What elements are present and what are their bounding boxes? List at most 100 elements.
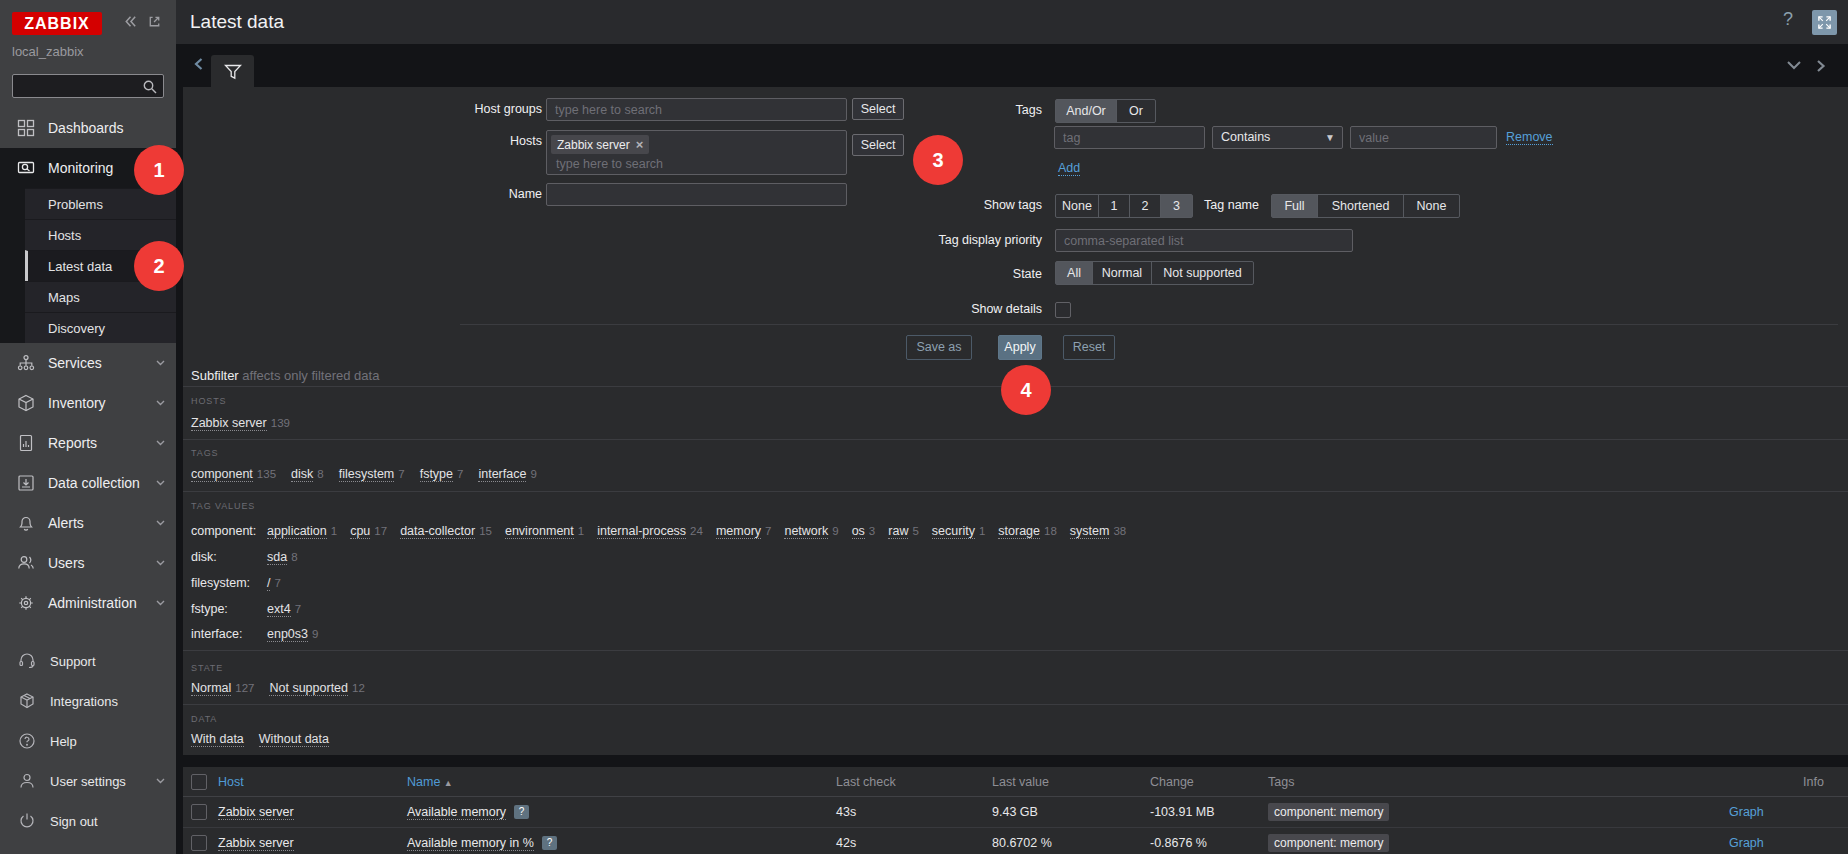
save-as-button[interactable]: Save as: [906, 335, 972, 360]
graph-cell[interactable]: Graph: [1729, 797, 1764, 827]
subfilter-tag-value[interactable]: system38: [1070, 524, 1126, 538]
subfilter-state[interactable]: Not supported12: [269, 681, 364, 695]
subfilter-host[interactable]: Zabbix server139: [191, 416, 290, 430]
tags-andor-option[interactable]: And/Or: [1056, 100, 1117, 122]
sidebar-item-user-settings[interactable]: User settings: [0, 761, 176, 801]
host-chip[interactable]: Zabbix server×: [551, 135, 649, 154]
remove-tag-link[interactable]: Remove: [1506, 126, 1553, 149]
tag-display-priority-input[interactable]: [1055, 229, 1353, 252]
subfilter-tag-value[interactable]: raw5: [888, 524, 919, 538]
subfilter-tag-value[interactable]: network9: [784, 524, 838, 538]
subfilter-data-heading: DATA: [191, 714, 217, 724]
tag-name-none[interactable]: None: [1404, 195, 1459, 217]
host-column-header[interactable]: Host: [218, 767, 244, 797]
expand-icon: [1817, 15, 1832, 30]
last-value-cell: 9.43 GB: [992, 797, 1038, 827]
subfilter-tag[interactable]: interface9: [478, 467, 536, 481]
sidebar-item-users[interactable]: Users: [0, 543, 176, 583]
subfilter-data-with[interactable]: With data: [191, 732, 244, 746]
tag-name-full[interactable]: Full: [1272, 195, 1318, 217]
name-column-header[interactable]: Name ▲: [407, 767, 453, 798]
graph-cell[interactable]: Graph: [1729, 828, 1764, 854]
latest-data-table: Host Name ▲ Last check Last value Change…: [183, 767, 1848, 854]
subfilter-tag-value[interactable]: cpu17: [350, 524, 387, 538]
subfilter-data-without[interactable]: Without data: [259, 732, 329, 746]
state-label: State: [783, 263, 1042, 286]
subfilter-tag-value[interactable]: application1: [267, 524, 337, 538]
subfilter-tag-value[interactable]: data-collector15: [400, 524, 492, 538]
subfilter-tag-value[interactable]: memory7: [716, 524, 772, 538]
subfilter-tag-value[interactable]: sda8: [267, 550, 298, 564]
row-checkbox[interactable]: [191, 804, 207, 820]
subfilter-tag[interactable]: component135: [191, 467, 276, 481]
sidebar-item-reports[interactable]: Reports: [0, 423, 176, 463]
last-check-column-header: Last check: [836, 767, 896, 797]
filter-tab[interactable]: [211, 55, 254, 88]
collapse-filter-icon[interactable]: [1786, 60, 1802, 70]
subfilter-tag-value[interactable]: storage18: [998, 524, 1057, 538]
host-cell[interactable]: Zabbix server: [218, 828, 294, 854]
tag-value-input[interactable]: [1350, 126, 1497, 149]
sidebar-item-data-collection[interactable]: Data collection: [0, 463, 176, 503]
previous-filter-icon[interactable]: [193, 57, 204, 71]
tag-chip[interactable]: component: memory: [1268, 834, 1389, 852]
show-details-checkbox[interactable]: [1055, 302, 1071, 318]
sidebar-item-integrations[interactable]: Integrations: [0, 681, 176, 721]
subfilter-tag-value[interactable]: environment1: [505, 524, 584, 538]
sidebar-search-input[interactable]: [12, 74, 164, 98]
sidebar-item-sign-out[interactable]: Sign out: [0, 801, 176, 841]
subfilter-tag-value[interactable]: internal-process24: [597, 524, 703, 538]
subfilter-tag-value[interactable]: ext47: [267, 602, 301, 616]
subfilter-tag-value[interactable]: enp0s39: [267, 627, 318, 641]
state-not-supported[interactable]: Not supported: [1152, 262, 1253, 284]
item-name-cell[interactable]: Available memory in %?: [407, 828, 557, 854]
sidebar-item-services[interactable]: Services: [0, 343, 176, 383]
item-help-icon[interactable]: ?: [514, 805, 529, 819]
subfilter-tag-value[interactable]: security1: [932, 524, 985, 538]
kiosk-mode-button[interactable]: [1812, 10, 1837, 35]
reset-button[interactable]: Reset: [1063, 335, 1115, 360]
subfilter-tag[interactable]: filesystem7: [339, 467, 405, 481]
sidebar-item-administration[interactable]: Administration: [0, 583, 176, 623]
state-all[interactable]: All: [1056, 262, 1093, 284]
subfilter-tag[interactable]: disk8: [291, 467, 324, 481]
remove-chip-icon[interactable]: ×: [636, 137, 644, 152]
tag-input[interactable]: [1054, 126, 1205, 149]
hosts-multiselect[interactable]: Zabbix server× type here to search: [546, 130, 847, 175]
hosts-select-button[interactable]: Select: [852, 134, 904, 156]
chevron-down-icon: [156, 560, 165, 566]
server-name: local_zabbix: [12, 44, 84, 59]
sidebar-item-inventory[interactable]: Inventory: [0, 383, 176, 423]
page-header: Latest data ?: [176, 0, 1848, 44]
change-column-header: Change: [1150, 767, 1194, 797]
collapse-sidebar-icon[interactable]: [123, 14, 138, 29]
subfilter-tag-value[interactable]: /7: [267, 576, 281, 590]
tag-name-shortened[interactable]: Shortened: [1318, 195, 1404, 217]
item-help-icon[interactable]: ?: [542, 836, 557, 850]
row-checkbox[interactable]: [191, 835, 207, 851]
apply-button[interactable]: Apply: [998, 335, 1042, 360]
sidebar-item-help[interactable]: Help: [0, 721, 176, 761]
add-tag-link[interactable]: Add: [1058, 157, 1080, 180]
tags-column-header: Tags: [1268, 767, 1294, 797]
filter-footer-divider: [460, 324, 1838, 325]
sidebar-item-dashboards[interactable]: Dashboards: [0, 108, 176, 148]
documentation-help-icon[interactable]: ?: [1783, 9, 1793, 30]
state-normal[interactable]: Normal: [1093, 262, 1152, 284]
select-all-checkbox[interactable]: [191, 774, 207, 790]
subfilter-tag[interactable]: fstype7: [420, 467, 464, 481]
next-page-icon[interactable]: [1816, 59, 1826, 73]
sidebar-item-alerts[interactable]: Alerts: [0, 503, 176, 543]
tag-operator-select[interactable]: Contains▼: [1212, 126, 1343, 149]
tag-chip[interactable]: component: memory: [1268, 803, 1389, 821]
sidebar-item-discovery[interactable]: Discovery: [25, 312, 176, 343]
host-cell[interactable]: Zabbix server: [218, 797, 294, 827]
undock-sidebar-icon[interactable]: [147, 14, 162, 29]
tags-or-option[interactable]: Or: [1117, 100, 1155, 122]
sidebar-item-support[interactable]: Support: [0, 641, 176, 681]
zabbix-logo[interactable]: ZABBIX: [12, 12, 102, 35]
subfilter-tag-value[interactable]: os3: [852, 524, 876, 538]
item-name-cell[interactable]: Available memory?: [407, 797, 529, 827]
chevron-down-icon: [156, 360, 165, 366]
subfilter-state[interactable]: Normal127: [191, 681, 254, 695]
